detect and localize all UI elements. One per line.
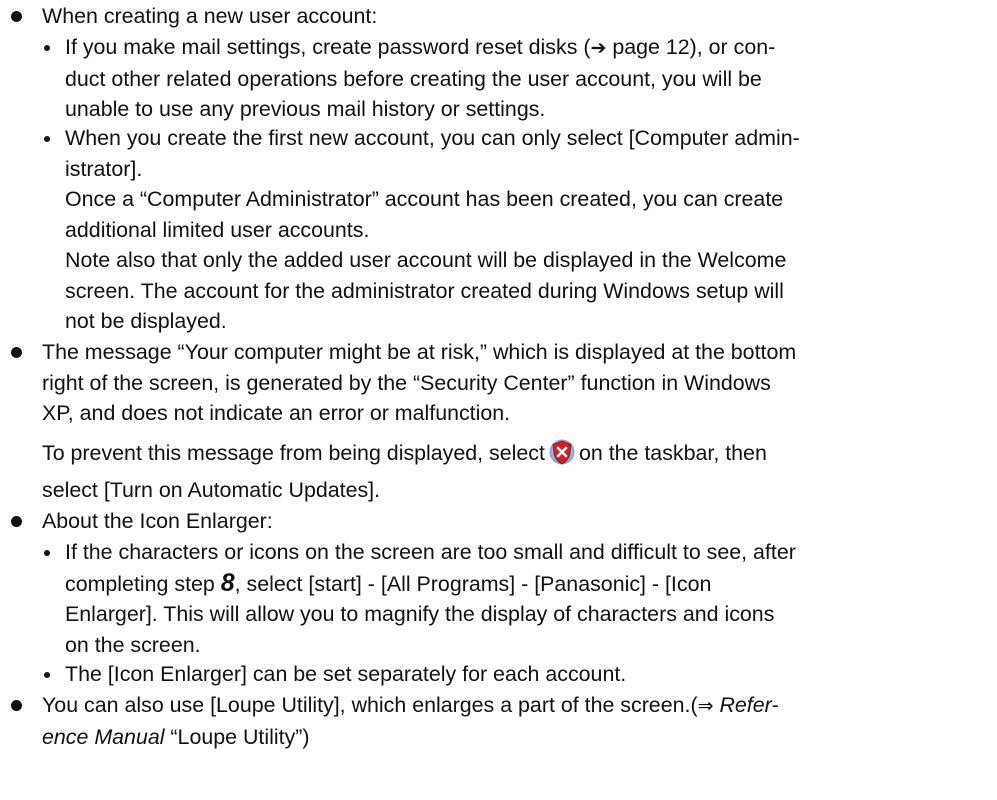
sub-bullet-line: If the characters or icons on the screen… — [65, 540, 796, 564]
sub-bullet-line: additional limited user accounts. — [65, 217, 370, 242]
bullet-item-icon-enlarger: About the Icon Enlarger: — [11, 506, 995, 537]
sub-bullet-line: Once a “Computer Administrator” account … — [65, 187, 784, 211]
bullet-line: right of the screen, is generated by the… — [42, 370, 771, 395]
bullet-dot — [11, 11, 22, 22]
sub-bullet-line: istrator]. — [65, 156, 143, 181]
sub-bullet-icon-enlarger-steps: If the characters or icons on the screen… — [44, 537, 994, 660]
sub-bullet-line: The [Icon Enlarger] can be set separatel… — [65, 662, 627, 686]
sub-bullet-first-account: When you create the first new account, y… — [44, 123, 994, 337]
sub-bullet-line: completing step 8, select [start] - [All… — [65, 568, 712, 597]
security-center-shield-icon — [549, 439, 575, 465]
bullet-continuation-taskbar: To prevent this message from being displ… — [11, 438, 995, 505]
sub-bullet-dot — [44, 672, 50, 678]
sub-bullet-line: not be displayed. — [65, 309, 227, 333]
sub-bullet-dot — [44, 550, 50, 556]
bullet-line: XP, and does not indicate an error or ma… — [42, 401, 511, 425]
bullet-line: ence Manual “Loupe Utility”) — [42, 724, 310, 749]
sub-bullet-per-account: The [Icon Enlarger] can be set separatel… — [44, 659, 994, 690]
bullet-dot — [11, 516, 22, 527]
bullet-item-loupe-utility: You can also use [Loupe Utility], which … — [11, 690, 995, 752]
bullet-dot — [11, 347, 22, 358]
document-page: When creating a new user account: If you… — [0, 0, 997, 800]
bullet-line: To prevent this message from being displ… — [42, 438, 995, 469]
sub-bullet-line: on the screen. — [65, 632, 201, 657]
sub-bullet-dot — [44, 45, 50, 51]
sub-bullet-line: duct other related operations before cre… — [65, 66, 762, 91]
sub-bullet-line: Note also that only the added user accou… — [65, 248, 787, 272]
bullet-line: select [Turn on Automatic Updates]. — [42, 477, 381, 502]
bullet-text: When creating a new user account: — [42, 4, 378, 28]
sub-bullet-line: When you create the first new account, y… — [65, 126, 800, 150]
sub-bullet-line: screen. The account for the administrato… — [65, 278, 784, 303]
step-number: 8 — [220, 568, 235, 597]
reference-arrow-icon: ⇒ — [697, 695, 714, 717]
sub-bullet-line: If you make mail settings, create passwo… — [65, 35, 776, 59]
page-reference-arrow-icon: ➔ — [590, 37, 607, 59]
sub-bullet-line: Enlarger]. This will allow you to magnif… — [65, 602, 775, 626]
bullet-line: The message “Your computer might be at r… — [42, 340, 797, 364]
sub-bullet-line: unable to use any previous mail history … — [65, 97, 546, 121]
bullet-item-new-user-account: When creating a new user account: — [11, 1, 995, 32]
bullet-item-security-center: The message “Your computer might be at r… — [11, 337, 995, 429]
sub-bullet-dot — [44, 136, 50, 142]
sub-bullet-mail-settings: If you make mail settings, create passwo… — [44, 32, 994, 125]
bullet-line: You can also use [Loupe Utility], which … — [42, 693, 779, 717]
bullet-dot — [11, 700, 22, 711]
bullet-text: About the Icon Enlarger: — [42, 509, 273, 533]
